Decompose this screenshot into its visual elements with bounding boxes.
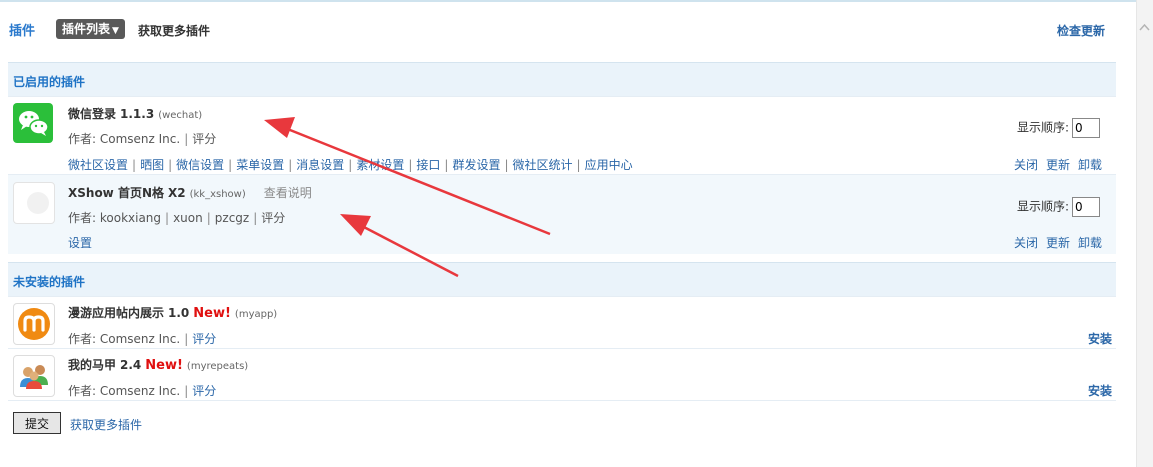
new-badge: New! (145, 358, 183, 373)
enabled-section-header: 已启用的插件 (8, 62, 1116, 96)
new-badge: New! (193, 306, 231, 321)
manyou-app-icon (13, 303, 55, 345)
plugin-list-tab-label: 插件列表 (62, 22, 111, 36)
plugin-settings-links: 设置 (68, 234, 92, 251)
plugin-name: 我的马甲 2.4 New! (myrepeats) (68, 358, 249, 373)
update-button[interactable]: 更新 (1046, 236, 1070, 250)
plugin-row-myapp: 漫游应用帖内展示 1.0 New! (myapp) 作者: Comsenz Inc. |… (8, 296, 1116, 348)
link-settings[interactable]: 设置 (68, 236, 92, 250)
close-button[interactable]: 关闭 (1014, 236, 1038, 250)
plugin-name: 微信登录 1.1.3 (wechat) (68, 107, 203, 121)
display-order-input[interactable] (1072, 197, 1100, 217)
plugin-name: 漫游应用帖内展示 1.0 New! (myapp) (68, 306, 278, 321)
vertical-scrollbar[interactable] (1136, 0, 1153, 467)
plugin-row-wechat: 微信登录 1.1.3 (wechat) 作者: Comsenz Inc. | 评分 微社… (8, 96, 1116, 174)
plugin-name: XShow 首页N格 X2 (kk_xshow) 查看说明 (68, 186, 312, 200)
caret-down-icon: ▼ (112, 26, 119, 36)
placeholder-plugin-icon (13, 182, 55, 224)
link-message-settings[interactable]: 消息设置 (296, 158, 344, 172)
plugin-author: 作者: kookxiang | xuon | pzcgz | 评分 (68, 211, 286, 225)
link-mass-settings[interactable]: 群发设置 (452, 158, 500, 172)
page-title: 插件 (9, 24, 36, 39)
plugin-list-tab[interactable]: 插件列表 ▼ (56, 19, 125, 39)
display-order-input[interactable] (1072, 118, 1100, 138)
view-doc-link[interactable]: 查看说明 (264, 186, 312, 200)
link-wsq-stats[interactable]: 微社区统计 (513, 158, 573, 172)
plugin-actions: 关闭 更新 卸载 (1006, 156, 1102, 173)
plugin-author: 作者: Comsenz Inc. | 评分 (68, 332, 217, 346)
users-group-icon (13, 355, 55, 397)
close-button[interactable]: 关闭 (1014, 158, 1038, 172)
install-button[interactable]: 安装 (1088, 382, 1112, 399)
link-material-settings[interactable]: 素材设置 (356, 158, 404, 172)
install-button[interactable]: 安装 (1088, 330, 1112, 347)
uninstall-button[interactable]: 卸载 (1078, 158, 1102, 172)
get-more-plugins-bottom-link[interactable]: 获取更多插件 (70, 416, 142, 433)
display-order: 显示顺序: (1017, 118, 1100, 138)
rate-link[interactable]: 评分 (261, 211, 285, 225)
link-show-pics[interactable]: 晒图 (140, 158, 164, 172)
link-menu-settings[interactable]: 菜单设置 (236, 158, 284, 172)
uninstall-button[interactable]: 卸载 (1078, 236, 1102, 250)
display-order: 显示顺序: (1017, 197, 1100, 217)
footer-divider (8, 400, 1116, 401)
get-more-plugins-link[interactable]: 获取更多插件 (138, 22, 210, 39)
rate-link[interactable]: 评分 (192, 132, 216, 146)
link-interface[interactable]: 接口 (416, 158, 440, 172)
enabled-section-title: 已启用的插件 (13, 75, 86, 89)
page-header: 插件 插件列表 ▼ 获取更多插件 检查更新 (0, 10, 1130, 48)
plugin-row-xshow: XShow 首页N格 X2 (kk_xshow) 查看说明 作者: kookxiang… (8, 174, 1116, 254)
plugin-row-myrepeats: 我的马甲 2.4 New! (myrepeats) 作者: Comsenz Inc. |… (8, 348, 1116, 400)
plugin-author: 作者: Comsenz Inc. | 评分 (68, 132, 217, 146)
rate-link[interactable]: 评分 (192, 384, 216, 398)
uninstalled-section-title: 未安装的插件 (13, 275, 86, 289)
submit-button[interactable]: 提交 (13, 412, 61, 434)
plugin-settings-links: 微社区设置 | 晒图 | 微信设置 | 菜单设置 | 消息设置 | 素材设置 | 接口 | 群发设置 | 微社区… (68, 158, 633, 172)
link-app-center[interactable]: 应用中心 (585, 158, 633, 172)
plugin-actions: 关闭 更新 卸载 (1006, 234, 1102, 251)
scroll-up-icon[interactable] (1139, 22, 1150, 33)
wechat-icon (13, 103, 53, 143)
uninstalled-section-header: 未安装的插件 (8, 262, 1116, 296)
link-wsq-settings[interactable]: 微社区设置 (68, 158, 128, 172)
plugin-author: 作者: Comsenz Inc. | 评分 (68, 384, 217, 398)
update-button[interactable]: 更新 (1046, 158, 1070, 172)
link-wechat-settings[interactable]: 微信设置 (176, 158, 224, 172)
check-update-link[interactable]: 检查更新 (1057, 22, 1105, 39)
top-border (0, 0, 1153, 2)
rate-link[interactable]: 评分 (192, 332, 216, 346)
